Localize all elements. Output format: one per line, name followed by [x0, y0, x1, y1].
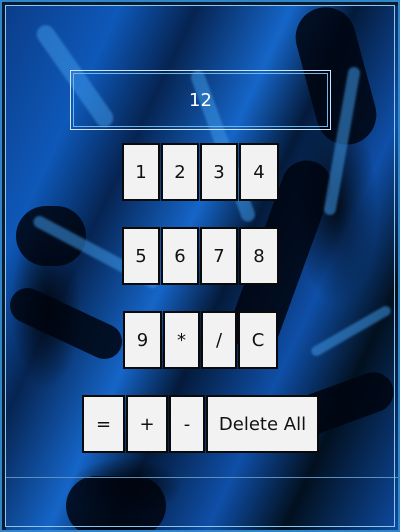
background-seam [6, 477, 398, 478]
plus-button[interactable]: + [126, 395, 168, 453]
key-4-button[interactable]: 4 [239, 143, 279, 201]
key-9-button[interactable]: 9 [123, 311, 162, 369]
key-1-button[interactable]: 1 [122, 143, 160, 201]
key-5-button[interactable]: 5 [122, 227, 160, 285]
equals-button[interactable]: = [82, 395, 125, 453]
delete-all-button[interactable]: Delete All [206, 395, 319, 453]
key-7-button[interactable]: 7 [200, 227, 238, 285]
key-2-button[interactable]: 2 [161, 143, 199, 201]
divide-button[interactable]: / [201, 311, 237, 369]
key-6-button[interactable]: 6 [161, 227, 199, 285]
key-8-button[interactable]: 8 [239, 227, 279, 285]
display-value: 12 [189, 89, 212, 111]
key-3-button[interactable]: 3 [200, 143, 238, 201]
minus-button[interactable]: - [169, 395, 205, 453]
result-display: 12 [70, 70, 331, 130]
calculator-window: 12 1 2 3 4 5 6 7 8 9 * / C = + - Delete … [0, 0, 400, 532]
clear-button[interactable]: C [238, 311, 278, 369]
multiply-button[interactable]: * [163, 311, 200, 369]
